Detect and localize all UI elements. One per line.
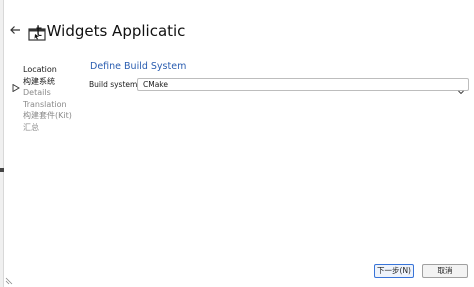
step-location: Location [23, 65, 57, 74]
chevron-down-icon [457, 81, 465, 95]
wizard-steps: Location 构建系统 Details Translation 构建套件(K… [23, 64, 93, 134]
page-title: Define Build System [90, 61, 187, 72]
step-details: Details [23, 88, 51, 98]
build-system-dropdown[interactable]: CMake [137, 78, 469, 95]
background-window-edge [0, 0, 4, 287]
step-summary: 汇总 [23, 122, 39, 132]
edge-marker [0, 168, 4, 172]
new-project-wizard: t Widgets Applicatic Location 构建系统 Detai… [5, 0, 474, 287]
wizard-title: t Widgets Applicatic [36, 22, 186, 40]
build-system-label: Build system: [89, 80, 140, 89]
cancel-button[interactable]: 取消 [422, 264, 468, 278]
back-arrow-icon[interactable] [8, 23, 22, 37]
resize-grip-icon[interactable] [5, 270, 13, 285]
step-build-system: 构建系统 [23, 76, 55, 86]
step-translation: Translation [23, 99, 67, 109]
current-step-arrow-icon [12, 77, 20, 93]
build-system-value: CMake [143, 80, 168, 89]
next-button[interactable]: 下一步(N) [374, 264, 414, 278]
step-kits: 构建套件(Kit) [23, 111, 72, 121]
